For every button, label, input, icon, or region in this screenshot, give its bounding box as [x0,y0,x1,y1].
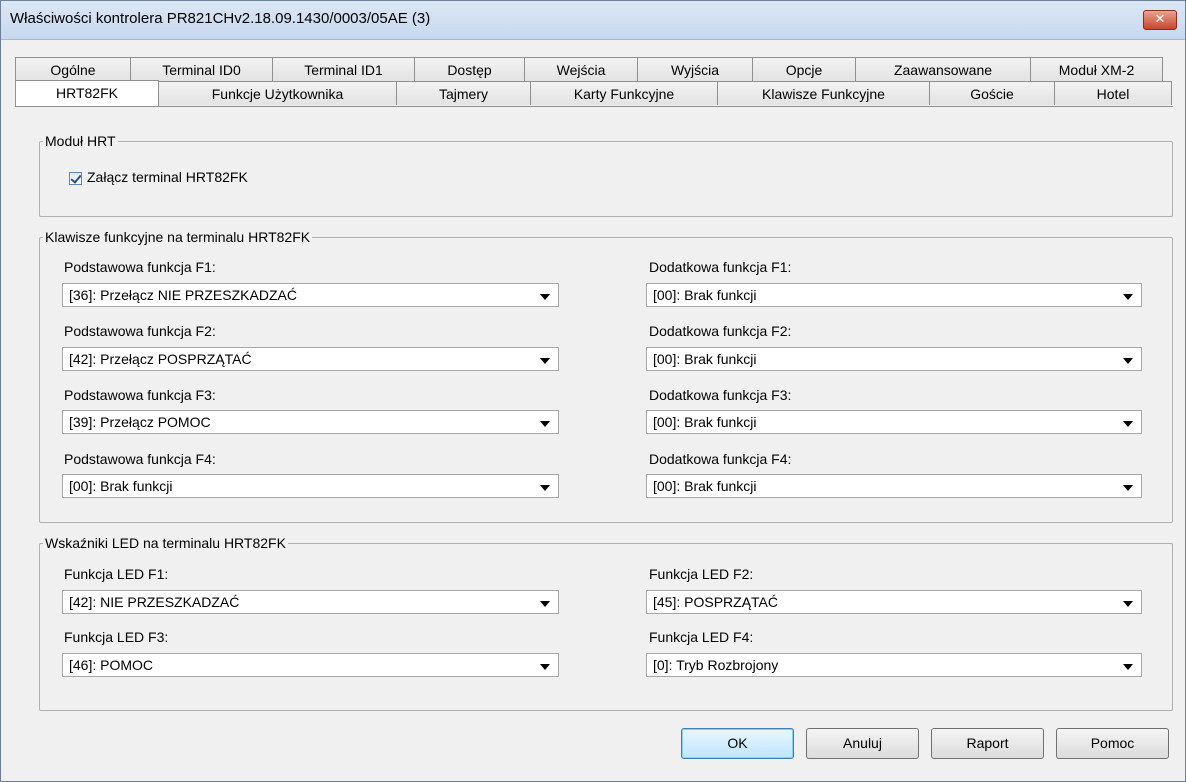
ok-button[interactable]: OK [681,728,794,759]
help-button[interactable]: Pomoc [1056,728,1169,759]
tab-user-functions[interactable]: Funkcje Użytkownika [158,81,397,105]
basic-f1-select[interactable]: [36]: Przełącz NIE PRZESZKADZAĆ [62,283,559,307]
chevron-down-icon [1123,358,1133,364]
cancel-button[interactable]: Anuluj [806,728,919,759]
tab-access[interactable]: Dostęp [414,57,525,81]
tab-hrt82fk[interactable]: HRT82FK [15,80,159,106]
led-group: Wskaźniki LED na terminalu HRT82FK [39,535,1173,711]
chevron-down-icon [540,664,550,670]
basic-f1-value: [36]: Przełącz NIE PRZESZKADZAĆ [69,287,297,303]
led-f4-value: [0]: Tryb Rozbrojony [653,657,779,673]
enable-terminal-label[interactable]: Załącz terminal HRT82FK [87,169,248,185]
extra-f4-label: Dodatkowa funkcja F4: [649,451,792,467]
extra-f2-select[interactable]: [00]: Brak funkcji [646,347,1142,371]
basic-f2-label: Podstawowa funkcja F2: [64,323,216,339]
extra-f4-value: [00]: Brak funkcji [653,478,757,494]
extra-f4-select[interactable]: [00]: Brak funkcji [646,474,1142,498]
chevron-down-icon [540,485,550,491]
chevron-down-icon [1123,664,1133,670]
chevron-down-icon [1123,294,1133,300]
controller-properties-dialog: Właściwości kontrolera PR821CHv2.18.09.1… [0,0,1186,782]
extra-f3-label: Dodatkowa funkcja F3: [649,387,792,403]
basic-f3-value: [39]: Przełącz POMOC [69,414,211,430]
tab-terminal-id1[interactable]: Terminal ID1 [272,57,415,81]
led-f2-label: Funkcja LED F2: [649,566,754,582]
tab-guests[interactable]: Goście [929,81,1055,105]
led-f1-label: Funkcja LED F1: [64,566,169,582]
chevron-down-icon [540,601,550,607]
extra-f1-select[interactable]: [00]: Brak funkcji [646,283,1142,307]
tab-terminal-id0[interactable]: Terminal ID0 [130,57,273,81]
tab-page-border [15,106,1173,107]
basic-f2-select[interactable]: [42]: Przełącz POSPRZĄTAĆ [62,347,559,371]
hrt-module-legend: Moduł HRT [45,133,116,149]
close-button[interactable]: ✕ [1143,10,1177,30]
tab-row-1: Ogólne Terminal ID0 Terminal ID1 Dostęp … [15,57,1163,81]
tab-general[interactable]: Ogólne [15,57,131,81]
led-f1-select[interactable]: [42]: NIE PRZESZKADZAĆ [62,590,559,614]
basic-f4-value: [00]: Brak funkcji [69,478,173,494]
enable-terminal-checkbox[interactable] [69,172,82,185]
chevron-down-icon [540,421,550,427]
led-f3-select[interactable]: [46]: POMOC [62,653,559,677]
chevron-down-icon [540,358,550,364]
led-f3-label: Funkcja LED F3: [64,629,169,645]
window-title: Właściwości kontrolera PR821CHv2.18.09.1… [10,10,431,27]
chevron-down-icon [1123,421,1133,427]
basic-f3-label: Podstawowa funkcja F3: [64,387,216,403]
led-f2-value: [45]: POSPRZĄTAĆ [653,594,778,610]
basic-f3-select[interactable]: [39]: Przełącz POMOC [62,410,559,434]
basic-f4-select[interactable]: [00]: Brak funkcji [62,474,559,498]
led-f4-label: Funkcja LED F4: [649,629,754,645]
tab-outputs[interactable]: Wyjścia [637,57,753,81]
led-f2-select[interactable]: [45]: POSPRZĄTAĆ [646,590,1142,614]
extra-f1-label: Dodatkowa funkcja F1: [649,259,792,275]
tab-options[interactable]: Opcje [752,57,856,81]
tab-timers[interactable]: Tajmery [396,81,531,105]
led-f4-select[interactable]: [0]: Tryb Rozbrojony [646,653,1142,677]
function-keys-legend: Klawisze funkcyjne na terminalu HRT82FK [45,229,311,245]
led-f3-value: [46]: POMOC [69,657,154,673]
led-f1-value: [42]: NIE PRZESZKADZAĆ [69,594,240,610]
tab-function-cards[interactable]: Karty Funkcyjne [530,81,718,105]
tab-row-2: HRT82FK Funkcje Użytkownika Tajmery Kart… [15,80,1172,106]
tab-hotel[interactable]: Hotel [1054,81,1172,105]
tab-function-keys[interactable]: Klawisze Funkcyjne [717,81,930,105]
tab-inputs[interactable]: Wejścia [524,57,638,81]
tab-advanced[interactable]: Zaawansowane [855,57,1031,81]
report-button[interactable]: Raport [931,728,1044,759]
tab-module-xm2[interactable]: Moduł XM-2 [1030,57,1163,81]
extra-f1-value: [00]: Brak funkcji [653,287,757,303]
basic-f2-value: [42]: Przełącz POSPRZĄTAĆ [69,351,252,367]
basic-f4-label: Podstawowa funkcja F4: [64,451,216,467]
chevron-down-icon [540,294,550,300]
extra-f2-value: [00]: Brak funkcji [653,351,757,367]
led-legend: Wskaźniki LED na terminalu HRT82FK [45,535,286,551]
basic-f1-label: Podstawowa funkcja F1: [64,259,216,275]
extra-f3-value: [00]: Brak funkcji [653,414,757,430]
title-bar[interactable]: Właściwości kontrolera PR821CHv2.18.09.1… [1,1,1185,40]
chevron-down-icon [1123,485,1133,491]
extra-f2-label: Dodatkowa funkcja F2: [649,323,792,339]
chevron-down-icon [1123,601,1133,607]
extra-f3-select[interactable]: [00]: Brak funkcji [646,410,1142,434]
